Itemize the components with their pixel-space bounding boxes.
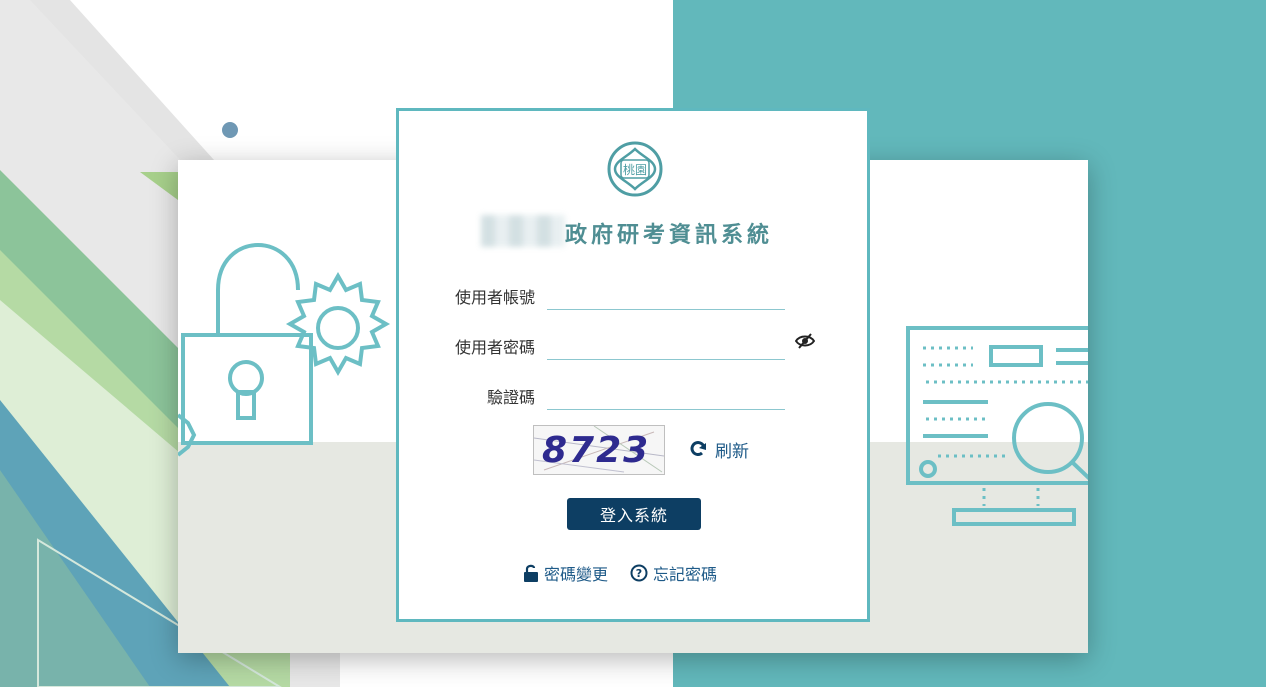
change-password-label: 密碼變更 xyxy=(544,565,609,584)
password-label: 使用者密碼 xyxy=(454,338,535,357)
refresh-captcha-button[interactable]: 刷新 xyxy=(689,437,749,462)
captcha-image: 8723 xyxy=(533,425,665,475)
refresh-icon xyxy=(690,441,706,456)
forgot-password-link[interactable]: ? 忘記密碼 xyxy=(630,561,717,585)
refresh-label: 刷新 xyxy=(715,441,749,462)
bottom-links: 密碼變更 ? 忘記密碼 xyxy=(523,561,717,585)
captcha-text: 8723 xyxy=(542,430,651,471)
eye-slash-icon[interactable] xyxy=(795,331,815,351)
change-password-link[interactable]: 密碼變更 xyxy=(523,561,608,585)
question-circle-icon: ? xyxy=(630,564,648,582)
magnifier-icon xyxy=(1012,402,1084,474)
username-label: 使用者帳號 xyxy=(454,288,535,307)
lock-open-icon xyxy=(524,564,538,582)
decorative-dot xyxy=(222,122,238,138)
redacted-region xyxy=(481,215,565,247)
padlock-body-icon xyxy=(181,333,313,445)
seal-text: 桃園 xyxy=(623,162,647,177)
system-title: 政府研考資訊系統 xyxy=(399,211,867,251)
username-input[interactable] xyxy=(547,283,785,310)
forgot-password-label: 忘記密碼 xyxy=(653,565,718,584)
page-title: 政府研考資訊系統 xyxy=(565,223,774,248)
captcha-input[interactable] xyxy=(547,383,785,410)
city-seal-logo: 桃園 xyxy=(607,141,663,197)
gear-icon xyxy=(285,271,391,377)
padlock-shackle-icon xyxy=(216,243,300,335)
svg-text:?: ? xyxy=(636,567,642,580)
login-button[interactable]: 登入系統 xyxy=(567,498,701,530)
login-panel: 桃園 政府研考資訊系統 使用者帳號 使用者密碼 驗證碼 8723 刷新 登入系統 xyxy=(396,108,870,622)
captcha-label: 驗證碼 xyxy=(486,388,535,407)
password-input[interactable] xyxy=(547,333,785,360)
